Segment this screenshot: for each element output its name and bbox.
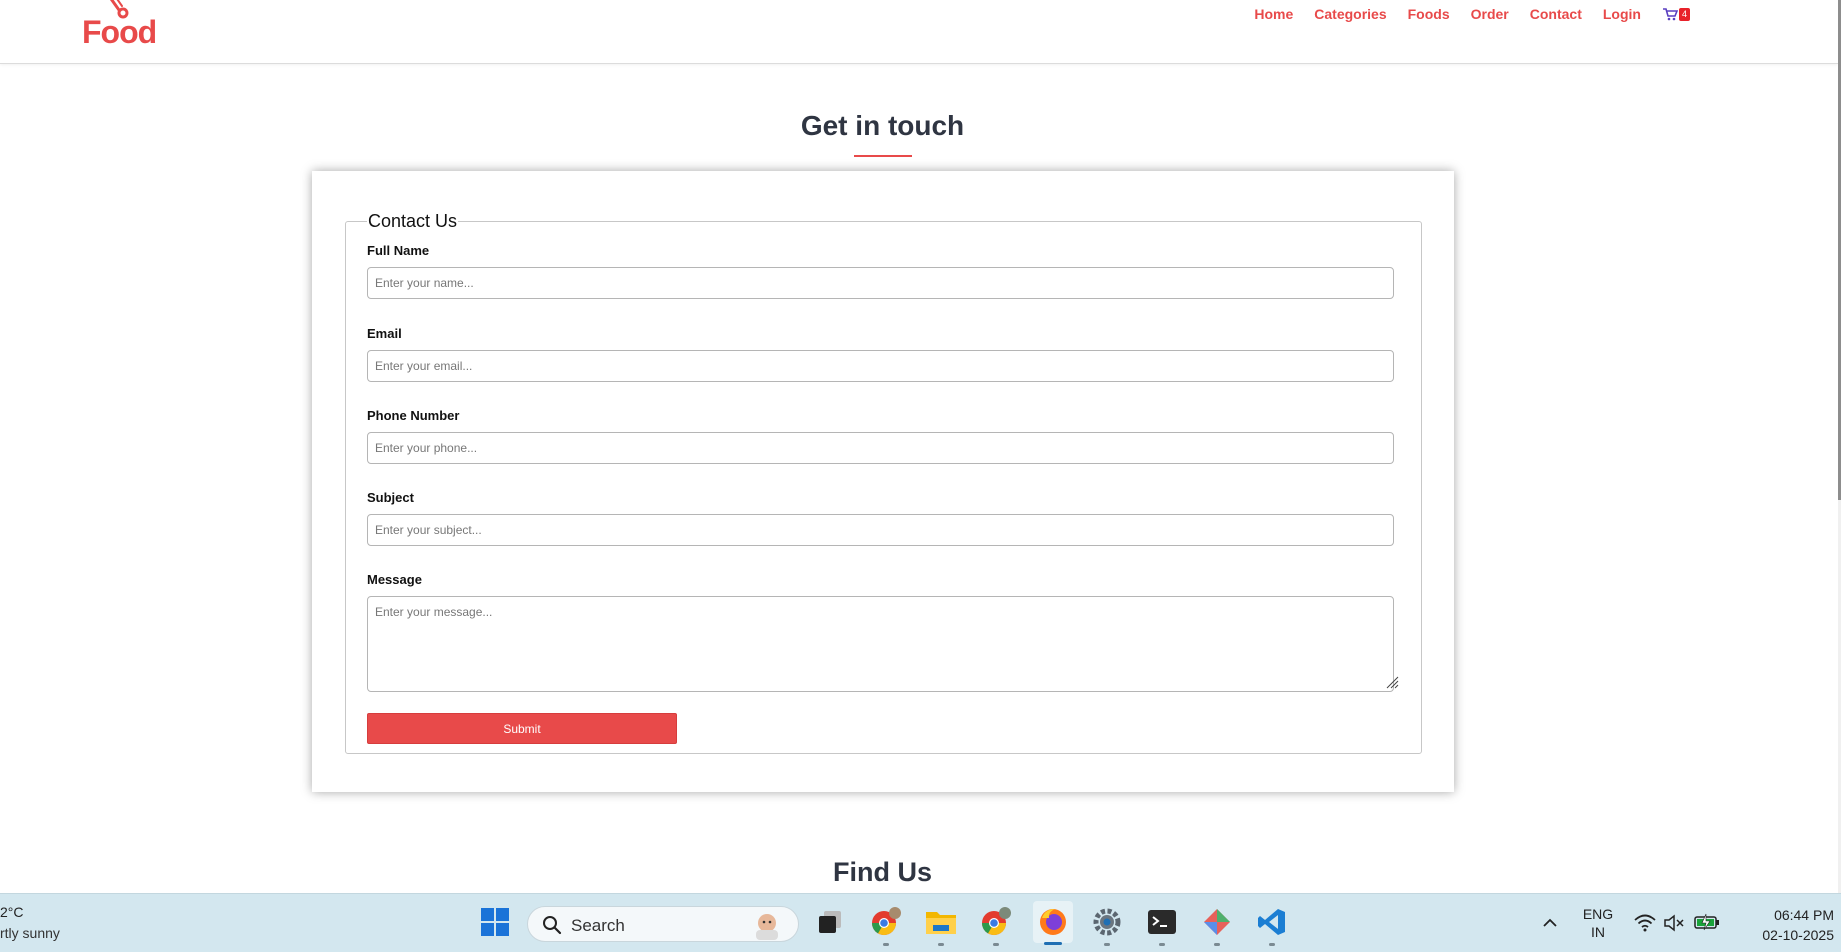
logo-text: Food bbox=[82, 14, 157, 50]
nav-categories[interactable]: Categories bbox=[1314, 6, 1386, 22]
message-label: Message bbox=[367, 572, 422, 587]
find-us-title: Find Us bbox=[833, 857, 932, 887]
nav-order[interactable]: Order bbox=[1471, 6, 1509, 22]
battery-charging-icon[interactable] bbox=[1694, 913, 1720, 931]
full-name-input[interactable] bbox=[367, 267, 1394, 299]
email-label: Email bbox=[367, 326, 402, 341]
cart-count-badge: 4 bbox=[1678, 7, 1690, 21]
chevron-up-icon[interactable] bbox=[1542, 918, 1558, 928]
contact-card: Contact Us Full Name Email Phone Number … bbox=[312, 171, 1454, 792]
language-indicator[interactable]: ENG IN bbox=[1578, 905, 1618, 941]
logo[interactable]: Food bbox=[82, 0, 162, 50]
message-textarea[interactable] bbox=[367, 596, 1394, 692]
running-indicator bbox=[1269, 943, 1275, 946]
phone-label: Phone Number bbox=[367, 408, 460, 423]
speaker-muted-icon[interactable] bbox=[1664, 914, 1686, 932]
weather-temp[interactable]: 2°C bbox=[0, 904, 24, 920]
weather-desc[interactable]: rtly sunny bbox=[0, 925, 60, 941]
snipping-tool-icon[interactable] bbox=[1199, 904, 1235, 946]
firefox-icon[interactable] bbox=[1033, 901, 1073, 945]
submit-button[interactable]: Submit bbox=[367, 713, 677, 744]
running-indicator bbox=[1214, 943, 1220, 946]
search-label: Search bbox=[571, 916, 625, 935]
cart-link[interactable]: 4 bbox=[1662, 7, 1690, 21]
main-nav: Home Categories Foods Order Contact Logi… bbox=[1233, 6, 1690, 22]
running-indicator bbox=[993, 943, 999, 946]
site-header: Food Home Categories Foods Order Contact… bbox=[0, 0, 1838, 64]
page-title: Get in touch bbox=[800, 110, 965, 141]
phone-input[interactable] bbox=[367, 432, 1394, 464]
cart-icon bbox=[1662, 7, 1678, 20]
email-input[interactable] bbox=[367, 350, 1394, 382]
clock-date: 02-10-2025 bbox=[1762, 927, 1834, 943]
lang-bottom: IN bbox=[1591, 924, 1605, 940]
chrome-profile-icon[interactable] bbox=[868, 904, 904, 946]
message-wrap bbox=[367, 596, 1400, 692]
clock-time: 06:44 PM bbox=[1774, 907, 1834, 923]
file-explorer-icon[interactable] bbox=[923, 904, 959, 946]
nav-home[interactable]: Home bbox=[1254, 6, 1293, 22]
clock[interactable]: 06:44 PM 02-10-2025 bbox=[1734, 905, 1834, 945]
lang-top: ENG bbox=[1582, 906, 1614, 922]
wifi-icon[interactable] bbox=[1634, 914, 1656, 932]
subject-input[interactable] bbox=[367, 514, 1394, 546]
nav-foods[interactable]: Foods bbox=[1408, 6, 1450, 22]
vscode-icon[interactable] bbox=[1254, 904, 1290, 946]
running-indicator bbox=[1104, 943, 1110, 946]
active-indicator bbox=[1044, 942, 1062, 945]
running-indicator bbox=[938, 943, 944, 946]
contact-fieldset: Contact Us Full Name Email Phone Number … bbox=[345, 211, 1422, 754]
resize-grip-icon[interactable] bbox=[1382, 672, 1400, 690]
windows-taskbar: 2°C rtly sunny Search ENG IN 06:44 PM 02… bbox=[0, 893, 1841, 952]
task-view-icon[interactable] bbox=[812, 904, 848, 940]
bing-avatar-icon bbox=[756, 914, 778, 940]
terminal-icon[interactable] bbox=[1144, 904, 1180, 946]
subject-label: Subject bbox=[367, 490, 414, 505]
nav-contact[interactable]: Contact bbox=[1530, 6, 1582, 22]
running-indicator bbox=[1159, 943, 1165, 946]
windows-start-icon[interactable] bbox=[477, 904, 513, 940]
search-icon bbox=[543, 916, 562, 935]
chrome-icon[interactable] bbox=[978, 904, 1014, 946]
full-name-label: Full Name bbox=[367, 243, 430, 258]
contact-legend: Contact Us bbox=[368, 211, 458, 231]
title-underline bbox=[854, 155, 912, 157]
nav-login[interactable]: Login bbox=[1603, 6, 1641, 22]
running-indicator bbox=[883, 943, 889, 946]
taskbar-search[interactable]: Search bbox=[527, 906, 799, 942]
settings-icon[interactable] bbox=[1089, 904, 1125, 946]
